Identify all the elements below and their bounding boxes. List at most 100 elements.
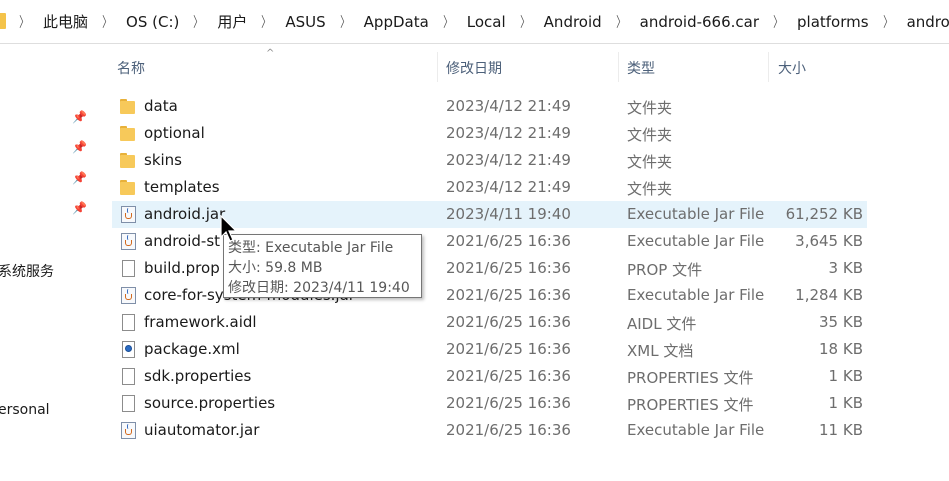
file-type: PROPERTIES 文件 — [627, 396, 754, 414]
file-type: Executable Jar File — [627, 286, 765, 304]
file-row[interactable]: uiautomator.jar 2021/6/25 16:36 Executab… — [112, 417, 867, 444]
jar-icon — [121, 287, 136, 304]
navigation-pane: 📌 📌 📌 📌 系统服务 ersonal — [0, 45, 100, 481]
file-date: 2023/4/12 21:49 — [446, 97, 571, 115]
chevron-right-icon[interactable]: 〉 — [336, 12, 353, 32]
file-type: Executable Jar File — [627, 205, 765, 223]
chevron-right-icon[interactable]: 〉 — [879, 12, 896, 32]
file-size: 61,252 KB — [785, 205, 863, 223]
file-name: android-st — [144, 232, 221, 250]
file-info-tooltip: 类型: Executable Jar File 大小: 59.8 MB 修改日期… — [223, 234, 422, 298]
file-name: templates — [144, 178, 220, 196]
file-size: 18 KB — [819, 340, 863, 358]
column-divider[interactable] — [768, 52, 769, 82]
file-size: 1 KB — [828, 394, 863, 412]
file-date: 2021/6/25 16:36 — [446, 421, 571, 439]
mouse-cursor-icon — [220, 215, 238, 242]
file-date: 2023/4/12 21:49 — [446, 178, 571, 196]
pin-icon: 📌 — [72, 171, 87, 185]
file-row[interactable]: data 2023/4/12 21:49 文件夹 — [112, 93, 867, 120]
file-date: 2021/6/25 16:36 — [446, 394, 571, 412]
file-row[interactable]: sdk.properties 2021/6/25 16:36 PROPERTIE… — [112, 363, 867, 390]
breadcrumb-item[interactable]: OS (C:) — [119, 13, 186, 31]
file-name: optional — [144, 124, 205, 142]
chevron-right-icon[interactable]: 〉 — [258, 12, 275, 32]
xml-icon — [122, 341, 135, 358]
folder-icon — [120, 125, 136, 142]
nav-item-personal[interactable]: ersonal — [0, 402, 50, 418]
tooltip-size: 大小: 59.8 MB — [228, 260, 323, 276]
file-date: 2021/6/25 16:36 — [446, 259, 571, 277]
column-divider[interactable] — [437, 52, 438, 82]
file-row[interactable]: templates 2023/4/12 21:49 文件夹 — [112, 174, 867, 201]
breadcrumb-item[interactable]: android-666 — [900, 13, 949, 31]
breadcrumb-item[interactable]: 此电脑 — [36, 11, 95, 32]
address-bar[interactable]: 〉 此电脑 〉 OS (C:) 〉 用户 〉 ASUS 〉 AppData 〉 … — [0, 0, 949, 44]
folder-icon — [0, 13, 6, 29]
column-header-name[interactable]: 名称 — [117, 58, 145, 80]
file-size: 11 KB — [819, 421, 863, 439]
file-type: Executable Jar File — [627, 232, 765, 250]
file-date: 2021/6/25 16:36 — [446, 232, 571, 250]
file-type: 文件夹 — [627, 126, 673, 144]
jar-icon — [121, 206, 136, 223]
jar-icon — [121, 233, 136, 250]
file-date: 2023/4/12 21:49 — [446, 124, 571, 142]
tooltip-type: 类型: Executable Jar File — [228, 240, 394, 256]
file-type: AIDL 文件 — [627, 315, 697, 333]
folder-icon — [120, 179, 136, 196]
column-header-date[interactable]: 修改日期 — [446, 58, 502, 80]
document-icon — [122, 260, 135, 277]
file-name: skins — [144, 151, 182, 169]
column-header-size[interactable]: 大小 — [778, 58, 806, 80]
breadcrumb-item[interactable]: AppData — [357, 13, 436, 31]
folder-icon — [120, 152, 136, 169]
file-type: PROPERTIES 文件 — [627, 369, 754, 387]
breadcrumb-item[interactable]: android-666.car — [633, 13, 766, 31]
chevron-right-icon[interactable]: 〉 — [190, 12, 207, 32]
breadcrumb-item[interactable]: Local — [460, 13, 513, 31]
file-type: XML 文档 — [627, 342, 694, 360]
file-name: android.jar — [144, 205, 226, 223]
column-header-type[interactable]: 类型 — [627, 58, 655, 80]
breadcrumb-item[interactable]: ASUS — [278, 13, 332, 31]
pin-icon: 📌 — [72, 201, 87, 215]
document-icon — [122, 368, 135, 385]
chevron-right-icon[interactable]: 〉 — [99, 12, 116, 32]
chevron-right-icon[interactable]: 〉 — [770, 12, 787, 32]
tooltip-modified: 修改日期: 2023/4/11 19:40 — [228, 280, 410, 296]
sort-ascending-icon: ^ — [266, 48, 275, 59]
file-type: 文件夹 — [627, 153, 673, 171]
breadcrumb-item[interactable]: platforms — [790, 13, 876, 31]
file-row[interactable]: framework.aidl 2021/6/25 16:36 AIDL 文件 3… — [112, 309, 867, 336]
document-icon — [122, 314, 135, 331]
chevron-right-icon[interactable]: 〉 — [16, 12, 33, 32]
file-type: Executable Jar File — [627, 421, 765, 439]
file-row[interactable]: package.xml 2021/6/25 16:36 XML 文档 18 KB — [112, 336, 867, 363]
pin-icon: 📌 — [72, 110, 87, 124]
file-name: package.xml — [144, 340, 240, 358]
column-divider[interactable] — [618, 52, 619, 82]
chevron-right-icon[interactable]: 〉 — [612, 12, 629, 32]
folder-icon — [120, 98, 136, 115]
chevron-right-icon[interactable]: 〉 — [439, 12, 456, 32]
nav-item-system-services[interactable]: 系统服务 — [0, 261, 54, 281]
file-row[interactable]: source.properties 2021/6/25 16:36 PROPER… — [112, 390, 867, 417]
pin-icon: 📌 — [72, 140, 87, 154]
file-date: 2021/6/25 16:36 — [446, 367, 571, 385]
chevron-right-icon[interactable]: 〉 — [516, 12, 533, 32]
file-row[interactable]: skins 2023/4/12 21:49 文件夹 — [112, 147, 867, 174]
file-name: source.properties — [144, 394, 276, 412]
file-name: data — [144, 97, 178, 115]
file-date: 2021/6/25 16:36 — [446, 340, 571, 358]
file-name: uiautomator.jar — [144, 421, 260, 439]
document-icon — [122, 395, 135, 412]
file-date: 2021/6/25 16:36 — [446, 286, 571, 304]
file-name: sdk.properties — [144, 367, 252, 385]
file-date: 2021/6/25 16:36 — [446, 313, 571, 331]
breadcrumb: 〉 此电脑 〉 OS (C:) 〉 用户 〉 ASUS 〉 AppData 〉 … — [0, 11, 949, 32]
breadcrumb-item[interactable]: Android — [537, 13, 609, 31]
file-row[interactable]: optional 2023/4/12 21:49 文件夹 — [112, 120, 867, 147]
breadcrumb-item[interactable]: 用户 — [210, 11, 254, 32]
file-size: 35 KB — [819, 313, 863, 331]
